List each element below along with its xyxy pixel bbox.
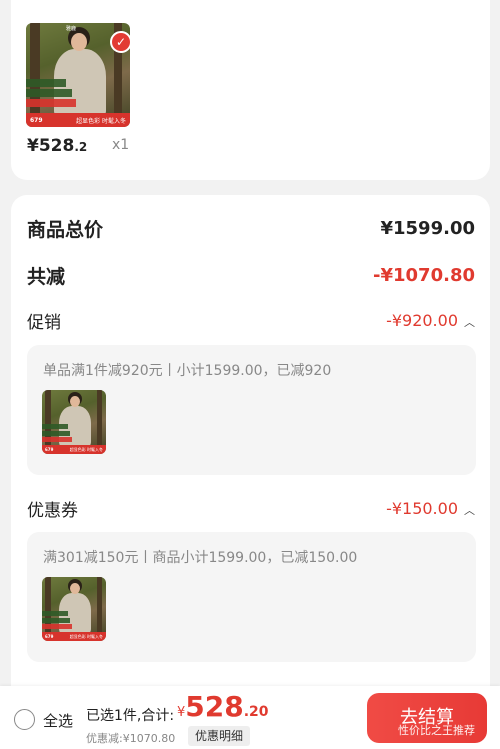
coupon-value: -¥150.00 bbox=[386, 499, 458, 518]
check-icon[interactable]: ✓ bbox=[110, 31, 132, 53]
product-image-strip: 679 超显色彩 时髦入冬 bbox=[26, 113, 130, 127]
total-label: 商品总价 bbox=[27, 219, 104, 241]
coupon-product-thumb[interactable]: 679 超显色彩 时髦入冬 bbox=[42, 577, 106, 641]
price-summary-card: 商品总价 ¥1599.00 共减 -¥1070.80 促销 -¥920.00 ︿ … bbox=[11, 195, 490, 749]
promo-detail-box: 单品满1件减920元丨小计1599.00，已减920 679 超显色彩 时髦入冬 bbox=[27, 345, 476, 475]
reduce-label: 共减 bbox=[27, 266, 66, 288]
promo-product-thumb[interactable]: 679 超显色彩 时髦入冬 bbox=[42, 390, 106, 454]
select-all-radio[interactable] bbox=[14, 709, 35, 730]
coupon-detail-text: 满301减150元丨商品小计1599.00，已减150.00 bbox=[43, 550, 358, 566]
coupon-detail-box: 满301减150元丨商品小计1599.00，已减150.00 679 超显色彩 … bbox=[27, 532, 476, 662]
caret-up-icon[interactable]: ︿ bbox=[464, 504, 475, 517]
product-image-tag: 超显色彩 时髦入冬 bbox=[76, 117, 126, 125]
total-value: ¥1599.00 bbox=[380, 218, 475, 239]
promo-row[interactable]: 促销 -¥920.00 ︿ bbox=[27, 308, 475, 333]
product-price: ¥528.2 bbox=[27, 136, 88, 156]
coupon-row[interactable]: 优惠券 -¥150.00 ︿ bbox=[27, 496, 475, 521]
total-row: 商品总价 ¥1599.00 bbox=[27, 215, 475, 242]
checkout-bar: 全选 已选1件,合计: ¥528.20 优惠减:¥1070.80 优惠明细 去结… bbox=[0, 686, 500, 749]
cart-product-card: 雅鹿 679 超显色彩 时髦入冬 ✓ ¥528.2 x1 bbox=[11, 0, 490, 180]
discount-text: 优惠减:¥1070.80 bbox=[86, 732, 176, 745]
promo-value: -¥920.00 bbox=[386, 311, 458, 330]
coupon-label: 优惠券 bbox=[27, 501, 78, 521]
total-price: ¥528.20 bbox=[177, 690, 269, 723]
promo-detail-text: 单品满1件减920元丨小计1599.00，已减920 bbox=[43, 363, 332, 379]
discount-detail-button[interactable]: 优惠明细 bbox=[188, 726, 251, 746]
caret-up-icon[interactable]: ︿ bbox=[464, 316, 475, 329]
watermark-text: 性价比之王推荐 bbox=[398, 724, 475, 737]
reduce-value: -¥1070.80 bbox=[373, 265, 475, 286]
selected-count-text: 已选1件,合计: bbox=[86, 708, 175, 724]
product-image-price: 679 bbox=[30, 116, 43, 124]
product-quantity: x1 bbox=[112, 137, 130, 153]
select-all-label[interactable]: 全选 bbox=[43, 710, 73, 731]
reduce-row: 共减 -¥1070.80 bbox=[27, 262, 475, 289]
promo-label: 促销 bbox=[27, 313, 61, 333]
product-brand: 雅鹿 bbox=[66, 26, 77, 32]
